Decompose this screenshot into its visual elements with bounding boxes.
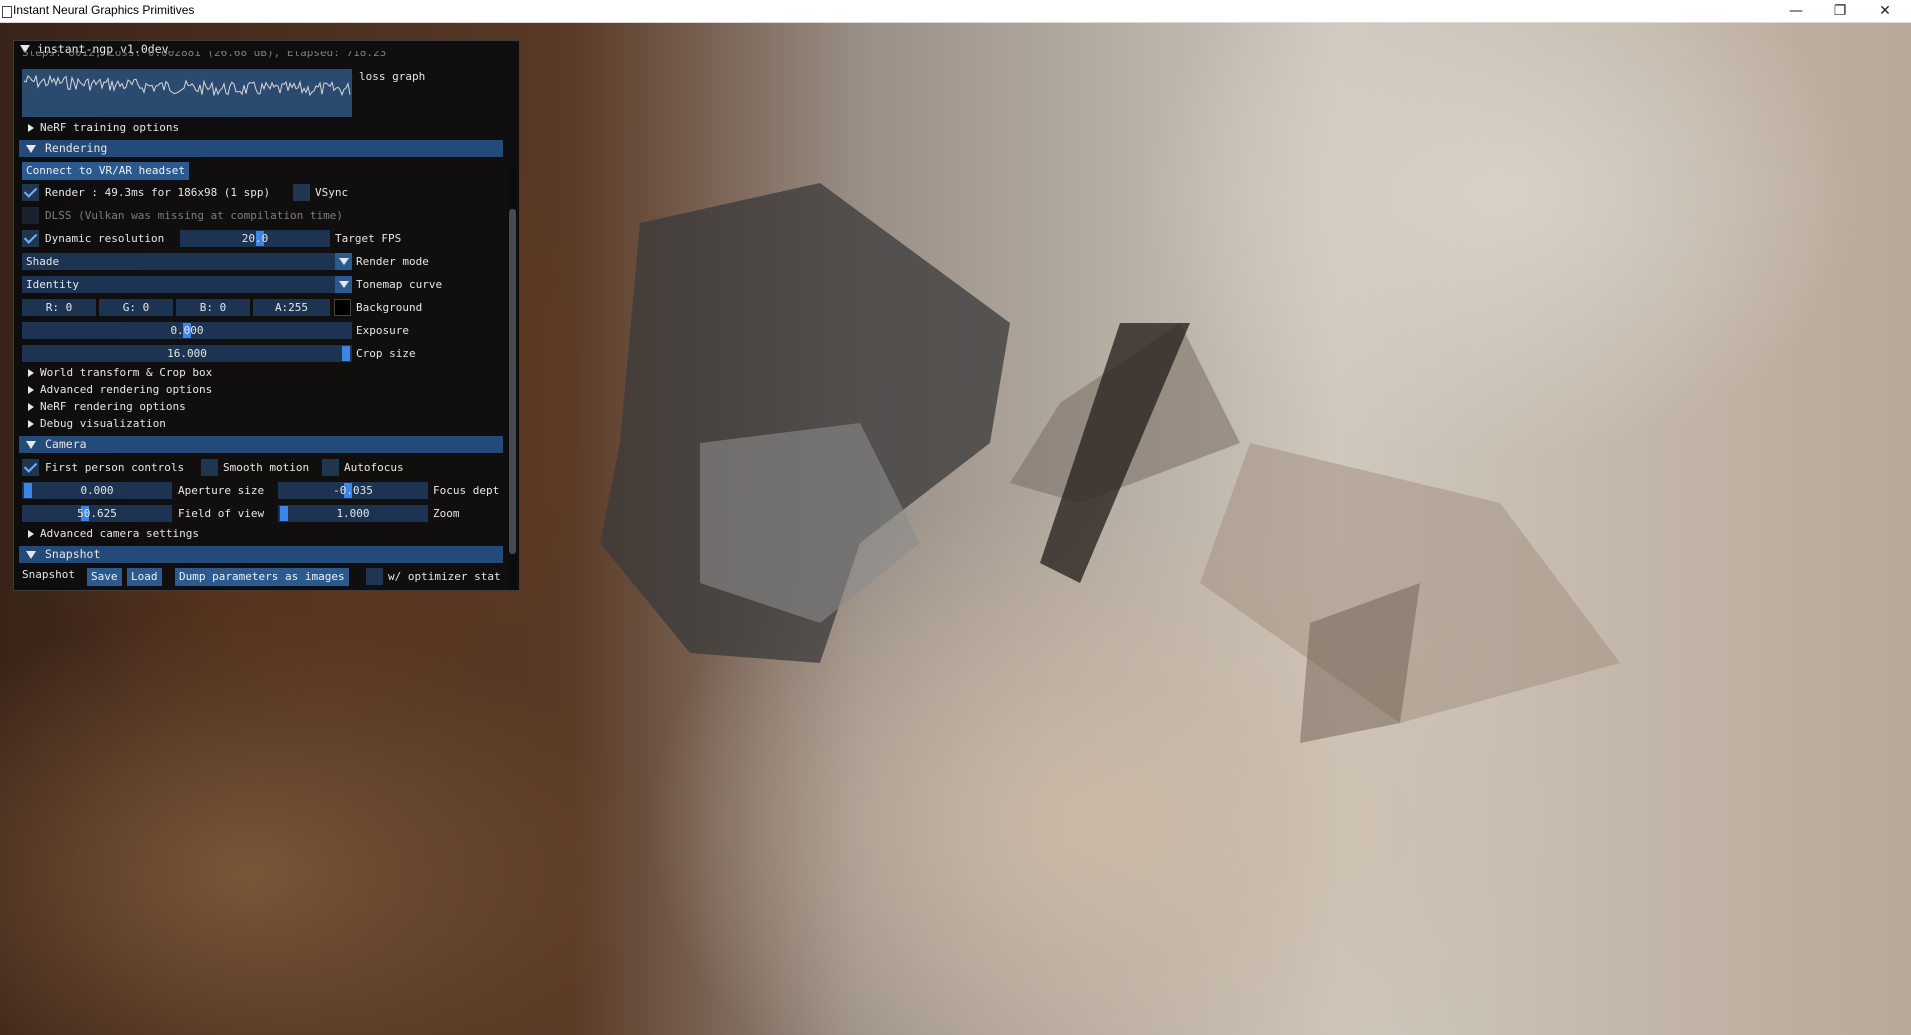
- background-a-field[interactable]: A:255: [253, 299, 330, 316]
- maximize-button[interactable]: ❐: [1817, 0, 1863, 22]
- loss-graph: [22, 69, 352, 117]
- dump-parameters-button[interactable]: Dump parameters as images: [175, 568, 349, 586]
- tonemap-label: Tonemap curve: [356, 278, 443, 291]
- dlss-checkbox: [22, 207, 39, 224]
- window-titlebar: Instant Neural Graphics Primitives — ❐ ✕: [0, 0, 1911, 23]
- chevron-right-icon: [28, 124, 34, 132]
- render-label: Render : 49.3ms for 186x98 (1 spp): [45, 186, 271, 199]
- chevron-right-icon: [28, 530, 34, 538]
- render-checkbox[interactable]: [22, 184, 39, 201]
- window-title: Instant Neural Graphics Primitives: [13, 3, 195, 17]
- load-snapshot-button[interactable]: Load: [127, 568, 162, 586]
- background-r-field[interactable]: R: 0: [22, 299, 96, 316]
- autofocus-checkbox[interactable]: [322, 459, 339, 476]
- first-person-checkbox[interactable]: [22, 459, 39, 476]
- scrollbar-thumb[interactable]: [509, 209, 516, 554]
- training-status: Steps: 8012, Loss: 0.002881 (26.68 dB), …: [22, 51, 387, 59]
- connect-vr-button[interactable]: Connect to VR/AR headset: [22, 162, 189, 180]
- aperture-slider[interactable]: 0.000: [22, 482, 172, 499]
- dlss-label: DLSS (Vulkan was missing at compilation …: [45, 209, 344, 222]
- close-button[interactable]: ✕: [1862, 0, 1908, 22]
- target-fps-label: Target FPS: [335, 232, 402, 245]
- crop-size-label: Crop size: [356, 347, 416, 360]
- slider-grab[interactable]: [280, 506, 288, 521]
- app-icon: [2, 6, 12, 18]
- optimizer-state-label: w/ optimizer stat: [388, 570, 501, 583]
- dropdown-arrow-icon[interactable]: [335, 276, 352, 293]
- exposure-label: Exposure: [356, 324, 409, 337]
- smooth-motion-checkbox[interactable]: [201, 459, 218, 476]
- section-camera[interactable]: Camera: [19, 436, 503, 453]
- fov-label: Field of view: [178, 507, 265, 520]
- chevron-right-icon: [28, 420, 34, 428]
- save-snapshot-button[interactable]: Save: [87, 568, 122, 586]
- section-snapshot[interactable]: Snapshot: [19, 546, 503, 563]
- loss-graph-label: loss graph: [359, 70, 426, 83]
- snapshot-label: Snapshot: [22, 568, 75, 581]
- loss-graph-line: [23, 74, 351, 97]
- zoom-slider[interactable]: 1.000: [278, 505, 428, 522]
- slider-grab[interactable]: [24, 483, 32, 498]
- focus-depth-label: Focus dept: [433, 484, 500, 497]
- zoom-label: Zoom: [433, 507, 460, 520]
- dynamic-resolution-checkbox[interactable]: [22, 230, 39, 247]
- settings-panel: instant-ngp v1.0dev Steps: 8012, Loss: 0…: [13, 40, 520, 591]
- background-color-swatch[interactable]: [334, 299, 351, 316]
- chevron-right-icon: [28, 386, 34, 394]
- crop-size-slider[interactable]: 16.000: [22, 345, 352, 362]
- chevron-down-icon: [26, 441, 36, 449]
- background-b-field[interactable]: B: 0: [176, 299, 250, 316]
- dynamic-resolution-label: Dynamic resolution: [45, 232, 165, 245]
- chevron-down-icon: [26, 145, 36, 153]
- autofocus-label: Autofocus: [344, 461, 404, 474]
- aperture-label: Aperture size: [178, 484, 265, 497]
- vsync-checkbox[interactable]: [293, 184, 310, 201]
- tonemap-combo[interactable]: Identity: [22, 276, 352, 293]
- chevron-down-icon: [26, 551, 36, 559]
- smooth-motion-label: Smooth motion: [223, 461, 310, 474]
- minimize-button[interactable]: —: [1773, 0, 1819, 22]
- section-rendering[interactable]: Rendering: [19, 140, 503, 157]
- fov-slider[interactable]: 50.625: [22, 505, 172, 522]
- optimizer-state-checkbox[interactable]: [366, 568, 383, 585]
- render-mode-label: Render mode: [356, 255, 429, 268]
- chevron-right-icon: [28, 403, 34, 411]
- render-mode-combo[interactable]: Shade: [22, 253, 352, 270]
- target-fps-slider[interactable]: 20.0: [180, 230, 330, 247]
- exposure-slider[interactable]: 0.000: [22, 322, 352, 339]
- background-g-field[interactable]: G: 0: [99, 299, 173, 316]
- focus-depth-slider[interactable]: -0.035: [278, 482, 428, 499]
- chevron-right-icon: [28, 369, 34, 377]
- background-label: Background: [356, 301, 423, 314]
- first-person-label: First person controls: [45, 461, 185, 474]
- slider-grab[interactable]: [342, 346, 350, 361]
- dropdown-arrow-icon[interactable]: [335, 253, 352, 270]
- panel-scrollbar[interactable]: [508, 167, 517, 589]
- vsync-label: VSync: [315, 186, 349, 199]
